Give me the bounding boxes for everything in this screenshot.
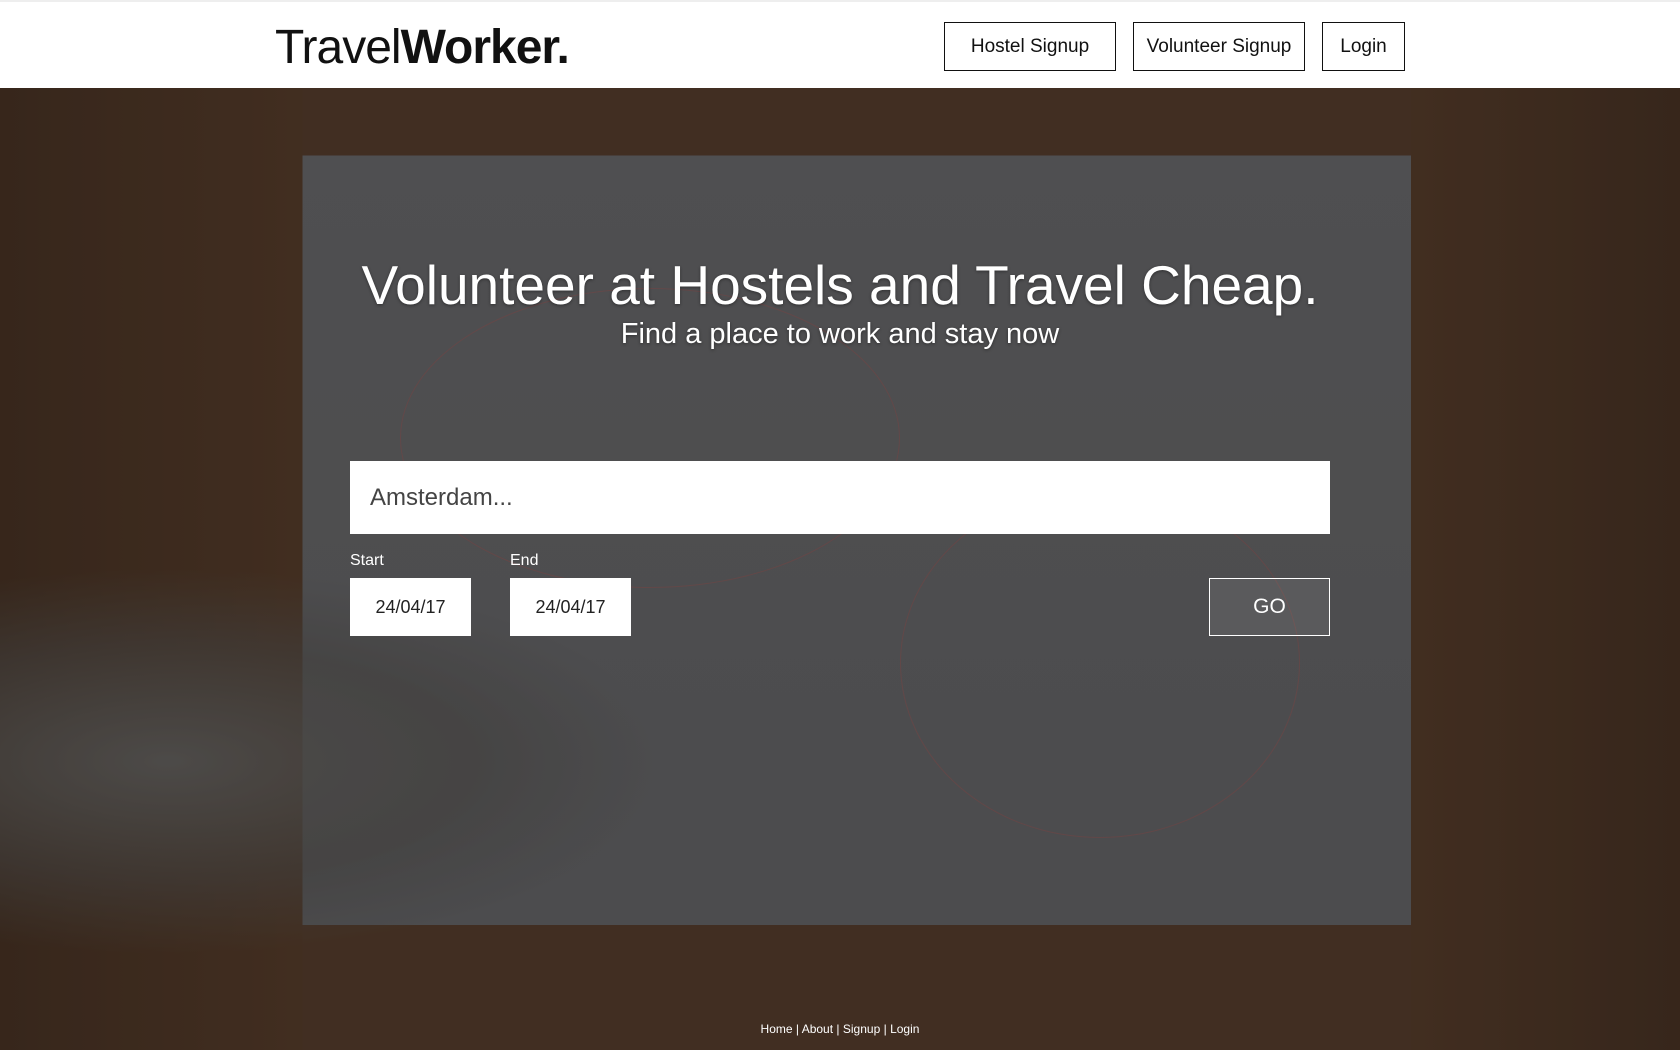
footer-about-link[interactable]: About (802, 1022, 833, 1036)
background-overlay (0, 88, 1680, 1050)
logo-light: Travel (275, 21, 402, 74)
footer-home-link[interactable]: Home (761, 1022, 793, 1036)
end-label: End (510, 552, 539, 569)
footer-login-link[interactable]: Login (890, 1022, 919, 1036)
separator: | (883, 1022, 887, 1036)
footer-links: Home | About | Signup | Login (0, 1022, 1680, 1036)
go-button[interactable]: GO (1209, 578, 1330, 636)
location-search-input[interactable] (350, 461, 1330, 534)
login-button[interactable]: Login (1322, 22, 1405, 71)
hostel-signup-button[interactable]: Hostel Signup (944, 22, 1116, 71)
hero-subtitle: Find a place to work and stay now (620, 318, 1060, 350)
end-date-input[interactable] (510, 578, 631, 636)
hero-section: Volunteer at Hostels and Travel Cheap. F… (0, 88, 1680, 1050)
logo-bold: Worker. (400, 21, 570, 74)
separator: | (836, 1022, 840, 1036)
start-label: Start (350, 552, 384, 569)
header: TravelWorker. Hostel Signup Volunteer Si… (0, 0, 1680, 88)
hero-title: Volunteer at Hostels and Travel Cheap. (361, 254, 1319, 316)
start-date-input[interactable] (350, 578, 471, 636)
logo[interactable]: TravelWorker. (275, 20, 570, 75)
volunteer-signup-button[interactable]: Volunteer Signup (1133, 22, 1305, 71)
footer-signup-link[interactable]: Signup (843, 1022, 880, 1036)
separator: | (795, 1022, 800, 1036)
